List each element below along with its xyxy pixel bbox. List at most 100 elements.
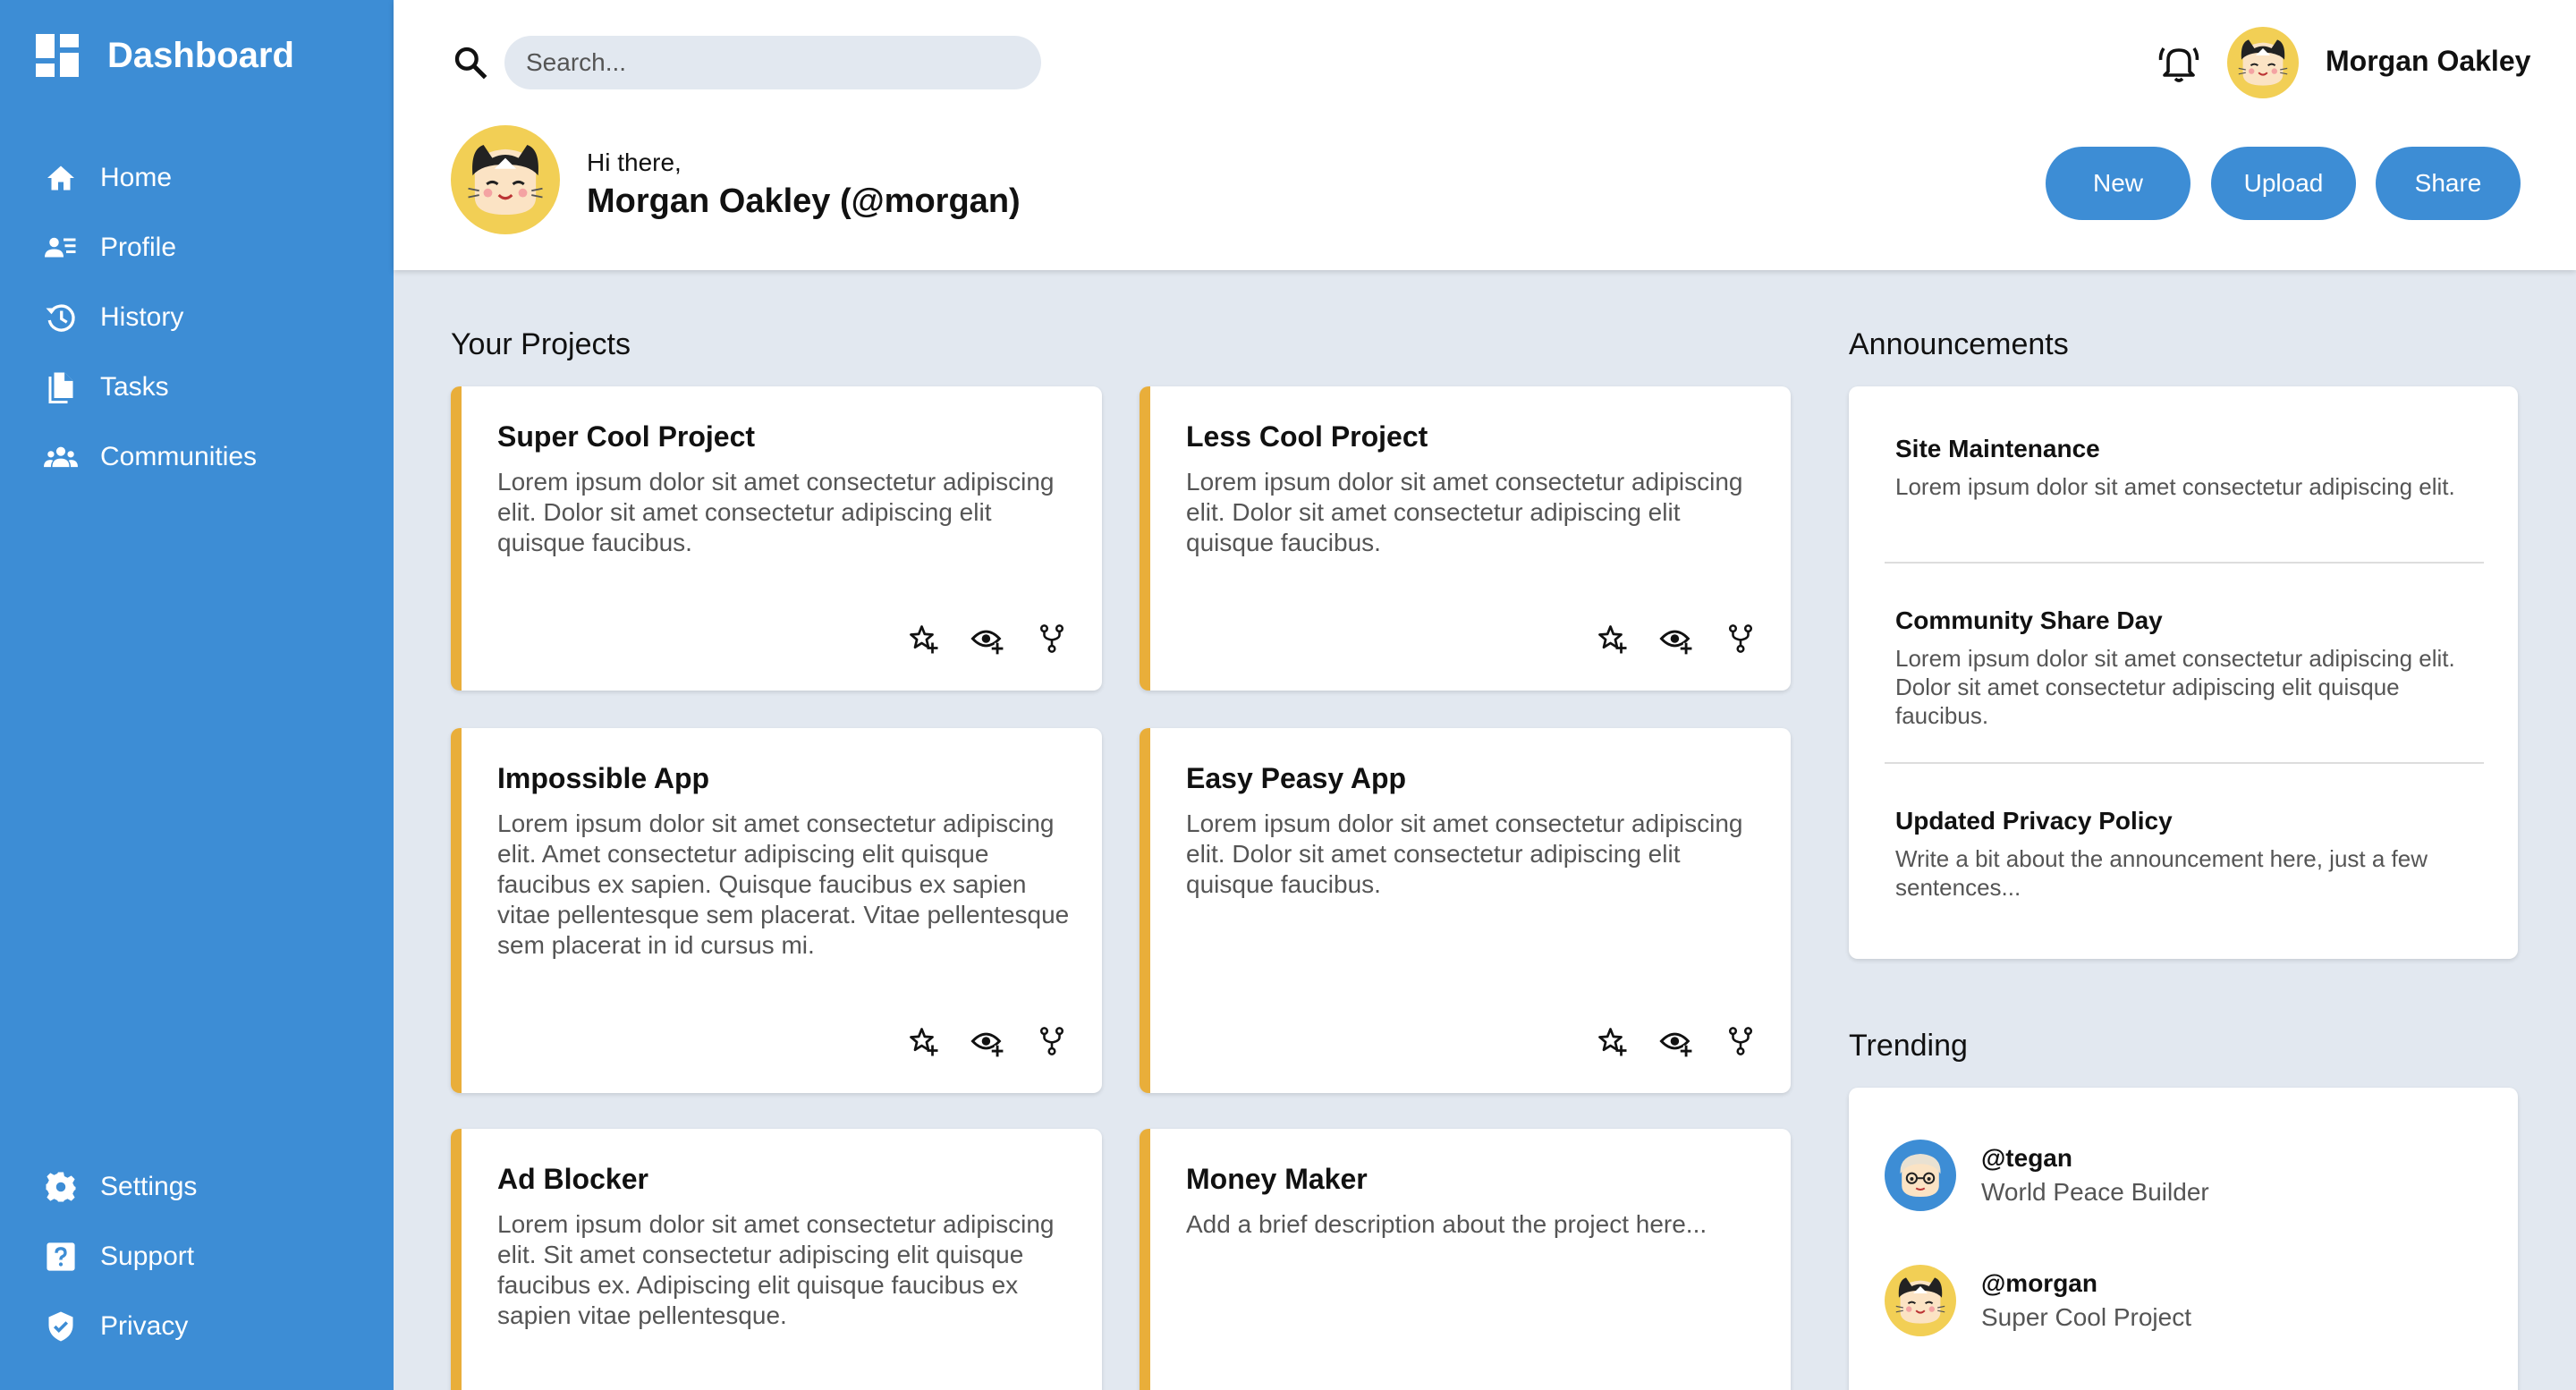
sidebar-item-label: Privacy: [100, 1311, 189, 1341]
divider: [1885, 762, 2484, 764]
trending-handle: @morgan: [1981, 1269, 2097, 1297]
sidebar-item-history[interactable]: History: [0, 283, 394, 352]
project-title: Ad Blocker: [497, 1163, 648, 1195]
announcement-item[interactable]: Community Share Day Lorem ipsum dolor si…: [1895, 606, 2477, 730]
divider: [1885, 562, 2484, 564]
sidebar-item-label: Communities: [100, 442, 258, 471]
sidebar-item-privacy[interactable]: Privacy: [0, 1292, 394, 1361]
user-name[interactable]: Morgan Oakley: [2326, 45, 2530, 78]
sidebar-item-label: Home: [100, 163, 173, 192]
greeting-name: Morgan Oakley (@morgan): [587, 182, 1021, 220]
fork-icon[interactable]: [1034, 1023, 1070, 1059]
projects-title: Your Projects: [451, 327, 631, 361]
project-card[interactable]: Super Cool Project Lorem ipsum dolor sit…: [451, 386, 1102, 691]
sidebar-item-label: Profile: [100, 233, 177, 262]
gear-icon: [43, 1169, 79, 1205]
project-card[interactable]: Less Cool Project Lorem ipsum dolor sit …: [1140, 386, 1791, 691]
greeting-text: Hi there,: [587, 148, 682, 176]
sidebar-item-home[interactable]: Home: [0, 143, 394, 213]
project-description: Lorem ipsum dolor sit amet consectetur a…: [1186, 809, 1743, 898]
sidebar-item-tasks[interactable]: Tasks: [0, 352, 394, 422]
card-actions: [1594, 621, 1758, 657]
announcement-item[interactable]: Updated Privacy Policy Write a bit about…: [1895, 807, 2477, 902]
star-plus-icon[interactable]: [905, 621, 941, 657]
announcement-text: Lorem ipsum dolor sit amet consectetur a…: [1895, 645, 2455, 729]
bell-icon[interactable]: [2157, 41, 2200, 84]
trending-panel: @tegan World Peace Builder @morgan Super…: [1849, 1088, 2518, 1390]
upload-button[interactable]: Upload: [2211, 147, 2356, 220]
project-description: Lorem ipsum dolor sit amet consectetur a…: [497, 809, 1070, 959]
fork-icon[interactable]: [1034, 621, 1070, 657]
watch-icon[interactable]: [970, 621, 1005, 657]
sidebar-item-label: History: [100, 302, 184, 332]
star-plus-icon[interactable]: [1594, 621, 1630, 657]
project-title: Money Maker: [1186, 1163, 1368, 1195]
project-description: Lorem ipsum dolor sit amet consectetur a…: [497, 1210, 1055, 1329]
trending-subtitle: Super Cool Project: [1981, 1303, 2192, 1331]
project-card[interactable]: Money Maker Add a brief description abou…: [1140, 1129, 1791, 1390]
announcement-item[interactable]: Site Maintenance Lorem ipsum dolor sit a…: [1895, 435, 2477, 501]
new-button[interactable]: New: [2046, 147, 2190, 220]
card-actions: [1594, 1023, 1758, 1059]
project-title: Less Cool Project: [1186, 420, 1428, 453]
card-actions: [905, 621, 1070, 657]
announcement-title: Updated Privacy Policy: [1895, 807, 2173, 835]
project-description: Add a brief description about the projec…: [1186, 1210, 1707, 1238]
watch-icon[interactable]: [1658, 1023, 1694, 1059]
announcement-text: Write a bit about the announcement here,…: [1895, 845, 2428, 901]
sidebar-item-label: Tasks: [100, 372, 169, 402]
watch-icon[interactable]: [1658, 621, 1694, 657]
fork-icon[interactable]: [1723, 621, 1758, 657]
sidebar-bottom-nav: Settings Support Privacy: [0, 1152, 394, 1361]
project-card[interactable]: Easy Peasy App Lorem ipsum dolor sit ame…: [1140, 728, 1791, 1093]
trending-handle: @tegan: [1981, 1144, 2072, 1172]
fork-icon[interactable]: [1723, 1023, 1758, 1059]
sidebar-item-label: Settings: [100, 1172, 198, 1201]
project-description: Lorem ipsum dolor sit amet consectetur a…: [497, 468, 1055, 556]
brand-title: Dashboard: [107, 35, 294, 75]
project-description: Lorem ipsum dolor sit amet consectetur a…: [1186, 468, 1743, 556]
help-icon: [43, 1239, 79, 1275]
tasks-icon: [43, 369, 79, 405]
communities-icon: [43, 439, 79, 475]
search-input[interactable]: [504, 36, 1041, 89]
announcement-text: Lorem ipsum dolor sit amet consectetur a…: [1895, 473, 2455, 500]
trending-subtitle: World Peace Builder: [1981, 1178, 2209, 1206]
announcements-panel: Site Maintenance Lorem ipsum dolor sit a…: [1849, 386, 2518, 959]
sidebar: Dashboard Home Profile History Tasks Com…: [0, 0, 394, 1390]
trending-item[interactable]: @morgan Super Cool Project: [1885, 1265, 2191, 1336]
brand[interactable]: Dashboard: [36, 34, 294, 77]
project-card[interactable]: Ad Blocker Lorem ipsum dolor sit amet co…: [451, 1129, 1102, 1390]
sidebar-item-profile[interactable]: Profile: [0, 213, 394, 283]
card-actions: [905, 1023, 1070, 1059]
project-title: Super Cool Project: [497, 420, 756, 453]
history-icon: [43, 300, 79, 335]
star-plus-icon[interactable]: [905, 1023, 941, 1059]
profile-avatar: [451, 125, 560, 234]
trending-item[interactable]: @tegan World Peace Builder: [1885, 1140, 2209, 1211]
project-title: Impossible App: [497, 762, 710, 794]
sidebar-item-communities[interactable]: Communities: [0, 422, 394, 492]
watch-icon[interactable]: [970, 1023, 1005, 1059]
avatar: [1885, 1265, 1956, 1336]
avatar: [1885, 1140, 1956, 1211]
project-title: Easy Peasy App: [1186, 762, 1407, 794]
trending-title: Trending: [1849, 1029, 1968, 1063]
announcement-title: Community Share Day: [1895, 606, 2163, 634]
shield-icon: [43, 1309, 79, 1344]
project-card[interactable]: Impossible App Lorem ipsum dolor sit ame…: [451, 728, 1102, 1093]
announcement-title: Site Maintenance: [1895, 435, 2100, 462]
sidebar-item-settings[interactable]: Settings: [0, 1152, 394, 1222]
star-plus-icon[interactable]: [1594, 1023, 1630, 1059]
search-icon[interactable]: [453, 45, 488, 81]
dashboard-icon: [36, 34, 79, 77]
sidebar-nav: Home Profile History Tasks Communities: [0, 143, 394, 492]
share-button[interactable]: Share: [2376, 147, 2521, 220]
sidebar-item-label: Support: [100, 1242, 195, 1271]
announcements-title: Announcements: [1849, 327, 2069, 361]
profile-icon: [43, 230, 79, 266]
sidebar-item-support[interactable]: Support: [0, 1222, 394, 1292]
avatar[interactable]: [2227, 27, 2299, 98]
header: Morgan Oakley Hi there, Morgan Oakley (@…: [394, 0, 2576, 270]
home-icon: [43, 160, 79, 196]
